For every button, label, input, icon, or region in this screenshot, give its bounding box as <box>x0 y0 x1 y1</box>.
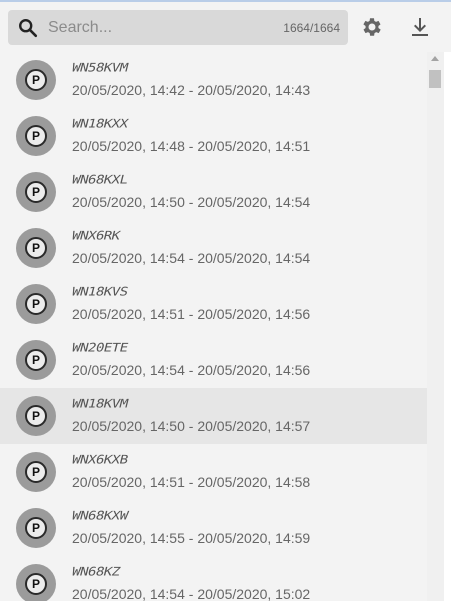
time-range: 20/05/2020, 14:54 - 20/05/2020, 15:02 <box>72 586 311 601</box>
parking-icon: P <box>16 284 56 324</box>
time-range: 20/05/2020, 14:42 - 20/05/2020, 14:43 <box>72 82 311 98</box>
list-item[interactable]: P WN18KVS 20/05/2020, 14:51 - 20/05/2020… <box>0 276 427 332</box>
time-range: 20/05/2020, 14:54 - 20/05/2020, 14:54 <box>72 250 311 266</box>
parking-icon: P <box>16 452 56 492</box>
parking-icon: P <box>16 508 56 548</box>
plate-image: WNX6RK <box>70 229 122 243</box>
plate-image: WN18KXX <box>70 117 130 131</box>
time-range: 20/05/2020, 14:50 - 20/05/2020, 14:54 <box>72 194 311 210</box>
search-box[interactable]: 1664/1664 <box>8 10 348 45</box>
list-item[interactable]: P WN68KXW 20/05/2020, 14:55 - 20/05/2020… <box>0 500 427 556</box>
parking-icon: P <box>16 172 56 212</box>
window-edge <box>444 52 451 601</box>
plate-image: WN68KXL <box>70 173 130 187</box>
time-range: 20/05/2020, 14:51 - 20/05/2020, 14:58 <box>72 474 311 490</box>
list-item[interactable]: P WN20ETE 20/05/2020, 14:54 - 20/05/2020… <box>0 332 427 388</box>
list-item[interactable]: P WNX6KXB 20/05/2020, 14:51 - 20/05/2020… <box>0 444 427 500</box>
parking-icon: P <box>16 116 56 156</box>
search-icon <box>19 19 38 38</box>
toolbar: 1664/1664 <box>0 2 451 52</box>
list-item[interactable]: P WN68KZ 20/05/2020, 14:54 - 20/05/2020,… <box>0 556 427 601</box>
search-input[interactable] <box>48 15 268 40</box>
list-item[interactable]: P WN58KVM 20/05/2020, 14:42 - 20/05/2020… <box>0 52 427 108</box>
list-item[interactable]: P WN18KXX 20/05/2020, 14:48 - 20/05/2020… <box>0 108 427 164</box>
list-item-selected[interactable]: P WN18KVM 20/05/2020, 14:50 - 20/05/2020… <box>0 388 427 444</box>
search-result-count: 1664/1664 <box>283 21 340 35</box>
parking-icon: P <box>16 564 56 601</box>
vehicle-list[interactable]: P WN58KVM 20/05/2020, 14:42 - 20/05/2020… <box>0 52 427 601</box>
plate-image: WN58KVM <box>70 61 130 75</box>
plate-image: WN68KZ <box>70 565 122 579</box>
list-item[interactable]: P WN68KXL 20/05/2020, 14:50 - 20/05/2020… <box>0 164 427 220</box>
plate-image: WN18KVM <box>70 397 130 411</box>
time-range: 20/05/2020, 14:51 - 20/05/2020, 14:56 <box>72 306 311 322</box>
time-range: 20/05/2020, 14:54 - 20/05/2020, 14:56 <box>72 362 311 378</box>
time-range: 20/05/2020, 14:50 - 20/05/2020, 14:57 <box>72 418 311 434</box>
gear-icon[interactable] <box>360 15 384 39</box>
plate-image: WN68KXW <box>70 509 130 523</box>
parking-icon: P <box>16 340 56 380</box>
scrollbar-thumb[interactable] <box>429 70 441 88</box>
plate-image: WNX6KXB <box>70 453 130 467</box>
parking-icon: P <box>16 228 56 268</box>
time-range: 20/05/2020, 14:48 - 20/05/2020, 14:51 <box>72 138 311 154</box>
plate-image: WN20ETE <box>70 341 130 355</box>
vertical-scrollbar[interactable] <box>427 52 444 601</box>
time-range: 20/05/2020, 14:55 - 20/05/2020, 14:59 <box>72 530 311 546</box>
parking-icon: P <box>16 60 56 100</box>
parking-icon: P <box>16 396 56 436</box>
plate-image: WN18KVS <box>70 285 130 299</box>
scroll-up-arrow-icon[interactable] <box>431 56 439 61</box>
list-item[interactable]: P WNX6RK 20/05/2020, 14:54 - 20/05/2020,… <box>0 220 427 276</box>
download-icon[interactable] <box>408 15 432 39</box>
